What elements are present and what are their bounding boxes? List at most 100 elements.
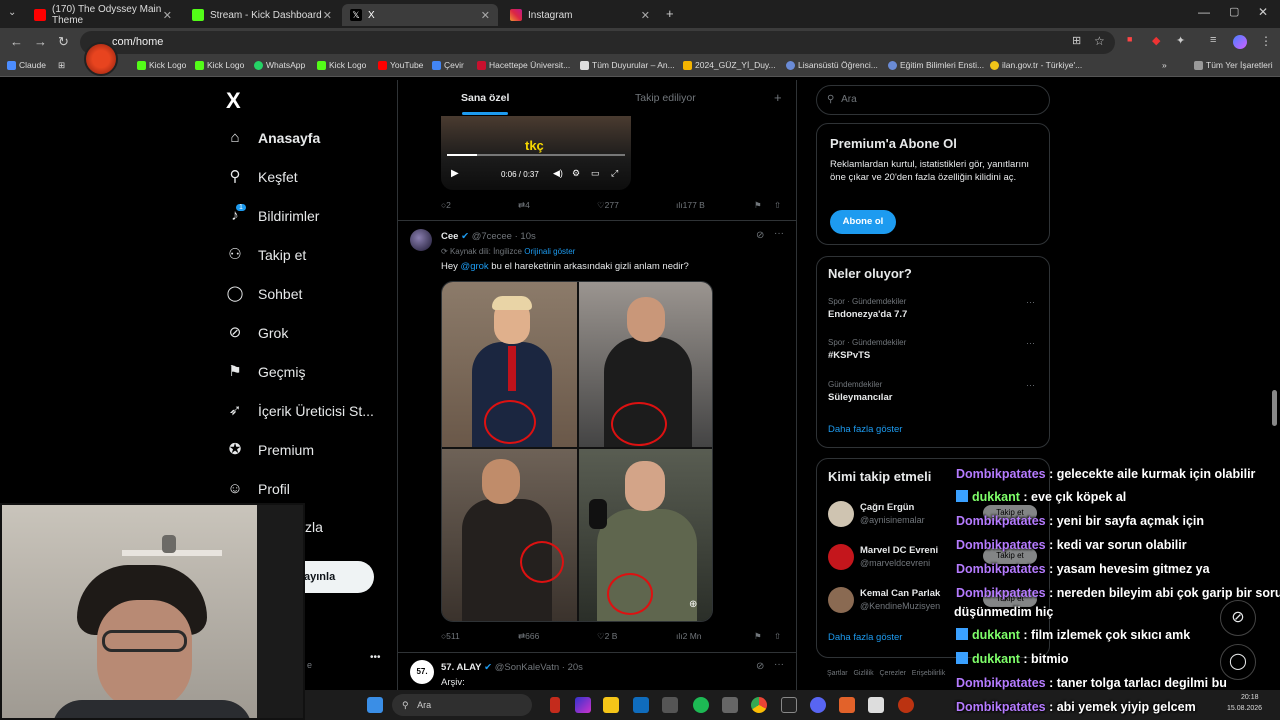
share-icon[interactable]: ⇧ <box>774 631 781 642</box>
taskbar-search[interactable]: ⚲ Ara <box>392 694 532 716</box>
nav-premium[interactable]: ✪ Premium <box>226 441 314 459</box>
trend-more-icon[interactable]: ··· <box>1026 297 1035 307</box>
tab-following[interactable]: Takip ediliyor <box>635 92 696 104</box>
outlook-icon[interactable] <box>633 697 649 713</box>
epic-icon[interactable] <box>781 697 797 713</box>
messages-float-button[interactable]: ◯ <box>1220 644 1256 680</box>
bookmark-item[interactable]: ilan.gov.tr - Türkiye'... <box>990 60 1082 70</box>
bookmark-icon[interactable]: ⚑ <box>754 200 762 211</box>
like-button[interactable]: ♡ 2 B <box>597 631 617 642</box>
explorer-icon[interactable] <box>603 697 619 713</box>
bookmark-item[interactable]: Kick Logo <box>317 60 366 70</box>
apps-grid-icon[interactable]: ⊞ <box>58 60 65 71</box>
profile-avatar[interactable] <box>1233 35 1247 49</box>
bookmark-item[interactable]: YouTube <box>378 60 423 70</box>
bookmark-icon[interactable]: ⚑ <box>754 631 762 642</box>
minimize-button[interactable]: — <box>1198 5 1210 19</box>
tab-search-icon[interactable]: ⌄ <box>8 7 16 18</box>
image-top-left[interactable] <box>442 282 577 447</box>
nav-more[interactable]: zla <box>305 519 323 535</box>
author-handle[interactable]: @SonKaleVatn · 20s <box>495 662 583 673</box>
back-icon[interactable]: ← <box>10 34 23 49</box>
views-button[interactable]: ılı 2 Mn <box>676 631 702 641</box>
window-close-button[interactable]: ✕ <box>1258 5 1268 19</box>
subscribe-button[interactable]: Abone ol <box>830 210 896 234</box>
trends-show-more[interactable]: Daha fazla göster <box>828 424 902 435</box>
fullscreen-icon[interactable]: ⤢ <box>611 168 618 179</box>
maximize-button[interactable]: ▢ <box>1229 5 1239 18</box>
windows-start-icon[interactable] <box>367 697 383 713</box>
url-input[interactable]: com/home <box>80 31 1115 54</box>
video-player[interactable]: tkç ▶ 0:06 / 0:37 ◀) ⚙ ▭ ⤢ <box>441 116 631 190</box>
bookmark-item[interactable]: Kick Logo <box>137 60 186 70</box>
x-logo[interactable]: X <box>226 88 241 114</box>
install-icon[interactable]: ⊞ <box>1072 34 1081 47</box>
bookmark-item[interactable]: Lisansüstü Öğrenci... <box>786 60 878 70</box>
media-icon[interactable]: ≡ <box>1210 34 1216 46</box>
extensions-puzzle-icon[interactable]: ✦ <box>1176 34 1185 47</box>
trend-more-icon[interactable]: ··· <box>1026 380 1035 390</box>
nav-notifications[interactable]: ♪ Bildirimler 1 <box>226 204 319 225</box>
bookmarks-overflow-icon[interactable]: » <box>1162 60 1167 70</box>
app-icon[interactable] <box>839 697 855 713</box>
reply-button[interactable]: ○ 2 <box>441 200 451 210</box>
like-button[interactable]: ♡ 277 <box>597 200 619 211</box>
repost-button[interactable]: ⇄ 4 <box>518 200 530 211</box>
bookmark-item[interactable]: 2024_GÜZ_Yİ_Duy... <box>683 60 776 70</box>
grok-float-button[interactable]: ⊘ <box>1220 600 1256 636</box>
chrome-icon[interactable] <box>751 697 767 713</box>
nav-grok[interactable]: ⊘ Grok <box>226 324 289 342</box>
tab-instagram[interactable]: Instagram ✕ <box>502 4 658 26</box>
bookmark-item[interactable]: Çevir <box>432 60 464 70</box>
bookmark-item[interactable]: Kick Logo <box>195 60 244 70</box>
nav-explore[interactable]: ⚲ Keşfet <box>226 168 298 186</box>
alt-text-icon[interactable]: ⊕ <box>689 599 697 610</box>
trend-item[interactable]: Spor · Gündemdekiler Endonezya'da 7.7 ··… <box>828 297 1043 320</box>
grok-icon[interactable]: ⊘ <box>756 230 764 241</box>
close-icon[interactable]: ✕ <box>481 9 490 22</box>
image-bottom-right[interactable]: ⊕ <box>579 449 712 621</box>
app-icon[interactable] <box>898 697 914 713</box>
bookmark-item[interactable]: WhatsApp <box>254 60 305 70</box>
trend-more-icon[interactable]: ··· <box>1026 338 1035 348</box>
mention-link[interactable]: @grok <box>461 261 489 272</box>
new-tab-button[interactable]: + <box>666 6 674 21</box>
forward-icon[interactable]: → <box>34 34 47 49</box>
show-original-link[interactable]: Orijinali göster <box>524 247 575 256</box>
bookmark-item[interactable]: Claude <box>7 60 46 70</box>
close-icon[interactable]: ✕ <box>323 9 332 22</box>
copilot-icon[interactable] <box>575 697 591 713</box>
add-tab-icon[interactable]: + <box>774 90 782 105</box>
app-icon[interactable] <box>550 697 560 713</box>
account-more-icon[interactable]: ••• <box>370 652 381 663</box>
close-icon[interactable]: ✕ <box>163 9 172 22</box>
views-button[interactable]: ılı 177 B <box>676 200 705 210</box>
bookmark-item[interactable]: Eğitim Bilimleri Ensti... <box>888 60 984 70</box>
trend-item[interactable]: Spor · Gündemdekiler #KSPvTS ··· <box>828 338 1043 361</box>
all-bookmarks-folder[interactable]: Tüm Yer İşaretleri <box>1194 60 1273 70</box>
tab-youtube[interactable]: (170) The Odyssey Main Theme ✕ <box>26 4 180 26</box>
tab-kick[interactable]: Stream - Kick Dashboard ✕ <box>184 4 340 26</box>
nav-home[interactable]: ⌂ Anasayfa <box>226 129 320 147</box>
bookmark-item[interactable]: Hacettepe Üniversit... <box>477 60 570 70</box>
pip-icon[interactable]: ▭ <box>591 168 600 179</box>
follow-show-more[interactable]: Daha fazla göster <box>828 632 902 643</box>
image-top-right[interactable] <box>579 282 712 447</box>
bookmark-item[interactable]: Tüm Duyurular – An... <box>580 60 675 70</box>
grok-icon[interactable]: ⊘ <box>756 661 764 672</box>
reply-button[interactable]: ○ 511 <box>441 631 460 641</box>
post-image-grid[interactable]: ⊕ <box>441 281 713 622</box>
close-icon[interactable]: ✕ <box>641 9 650 22</box>
adblock-icon[interactable]: ■ <box>1127 34 1132 44</box>
nav-chat[interactable]: ◯ Sohbet <box>226 285 303 303</box>
menu-kebab-icon[interactable]: ⋮ <box>1260 34 1272 48</box>
spotify-icon[interactable] <box>693 697 709 713</box>
settings-gear-icon[interactable]: ⚙ <box>572 168 580 179</box>
page-scrollbar[interactable] <box>1272 390 1277 426</box>
store-icon[interactable] <box>662 697 678 713</box>
author-handle[interactable]: @7cecee · 10s <box>472 231 536 242</box>
footer-links[interactable]: Şartlar Gizlilik Çerezler Erişebilirlik <box>827 670 945 677</box>
nav-history[interactable]: ⚑ Geçmiş <box>226 363 305 381</box>
tab-for-you[interactable]: Sana özel <box>461 92 509 104</box>
author-name[interactable]: 57. ALAY <box>441 662 481 673</box>
